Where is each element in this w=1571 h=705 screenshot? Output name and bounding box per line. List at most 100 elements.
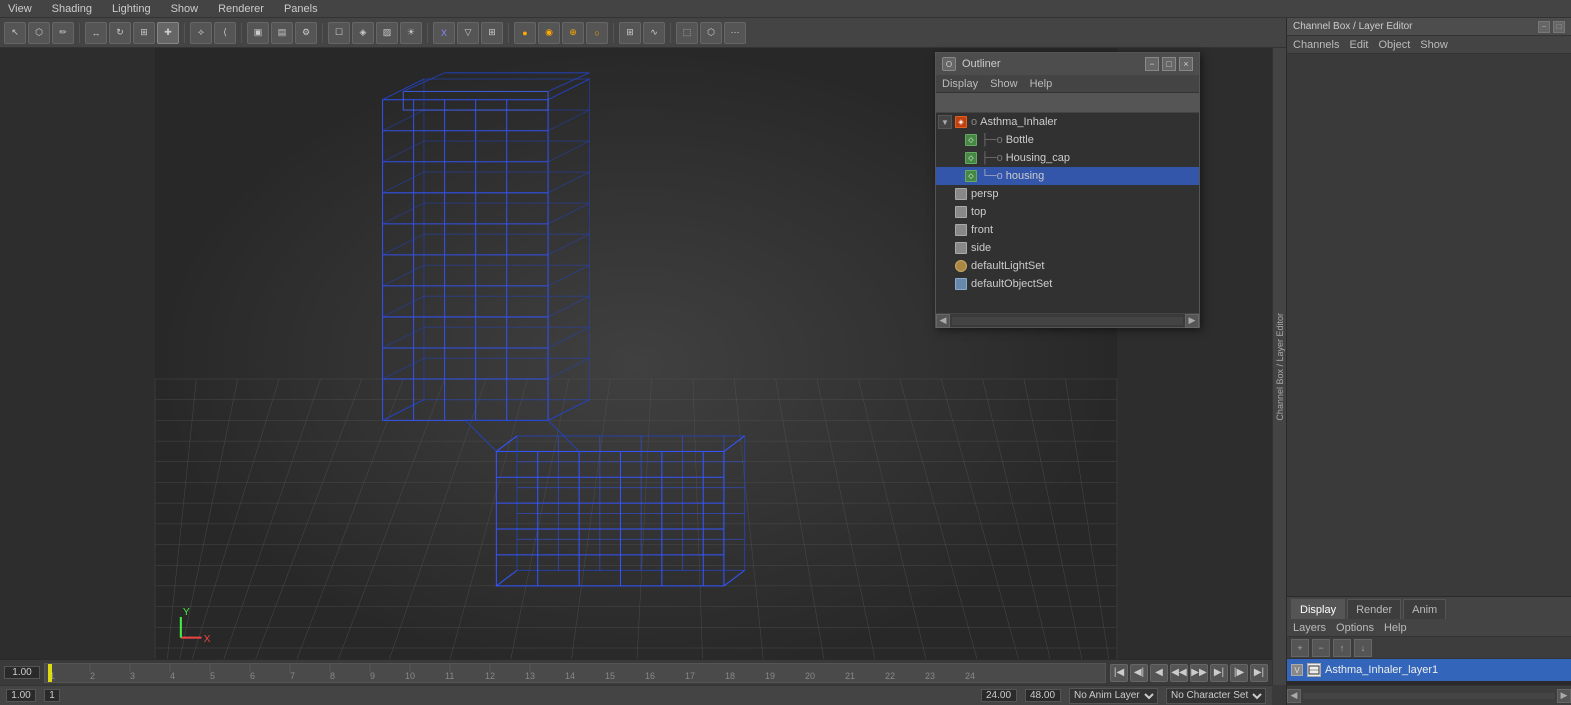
go-start-btn[interactable]: |◀ [1110, 664, 1128, 682]
frame-number-display[interactable]: 1 [44, 689, 60, 702]
prev-key-btn[interactable]: ◀ [1150, 664, 1168, 682]
layer-tab-anim[interactable]: Anim [1403, 599, 1446, 619]
camera-btn[interactable]: ⬚ [676, 22, 698, 44]
select-tool-btn[interactable]: ↖ [4, 22, 26, 44]
current-frame-display[interactable]: 1.00 [4, 666, 40, 679]
history-btn[interactable]: ⟨ [214, 22, 236, 44]
render-cam-btn[interactable]: ⬡ [700, 22, 722, 44]
move-tool-btn[interactable]: ↔ [85, 22, 107, 44]
layer-tab-render[interactable]: Render [1347, 599, 1401, 619]
menu-panels[interactable]: Panels [280, 3, 322, 15]
cb-menu-edit[interactable]: Edit [1349, 39, 1368, 51]
snap-curve-btn[interactable]: ∿ [643, 22, 665, 44]
texture-btn[interactable]: ▨ [376, 22, 398, 44]
render-settings-btn[interactable]: ⚙ [295, 22, 317, 44]
range-end-right-display[interactable]: 48.00 [1025, 689, 1061, 702]
layer-opt-help[interactable]: Help [1384, 622, 1407, 634]
outliner-search-input[interactable] [940, 97, 1195, 109]
outliner-item-default-object-set[interactable]: defaultObjectSet [936, 275, 1199, 293]
layer-name-label: Asthma_Inhaler_layer1 [1325, 664, 1438, 676]
anim-layer-select[interactable]: No Anim Layer [1069, 688, 1158, 704]
channel-box-float-btn[interactable]: □ [1553, 21, 1565, 33]
outliner-label-default-light-set: defaultLightSet [971, 260, 1044, 272]
outliner-hscroll-track[interactable] [952, 317, 1183, 325]
svg-text:6: 6 [250, 671, 255, 681]
layer-opt-layers[interactable]: Layers [1293, 622, 1326, 634]
lasso-tool-btn[interactable]: ⬡ [28, 22, 50, 44]
menu-lighting[interactable]: Lighting [108, 3, 155, 15]
rotate-tool-btn[interactable]: ↻ [109, 22, 131, 44]
snap-grid-btn[interactable]: ⊞ [619, 22, 641, 44]
outliner-item-top[interactable]: top [936, 203, 1199, 221]
layer-row-asthma-inhaler[interactable]: V Asthma_Inhaler_layer1 [1287, 659, 1571, 681]
input-ops-btn[interactable]: ⋯ [724, 22, 746, 44]
outliner-item-housing[interactable]: ◇ └─o housing [936, 167, 1199, 185]
layer-visibility-toggle[interactable]: V [1291, 664, 1303, 676]
soft-mod-btn[interactable]: ⟡ [190, 22, 212, 44]
layer-move-up-btn[interactable]: ↑ [1333, 639, 1351, 657]
outliner-restore-btn[interactable]: □ [1162, 57, 1176, 71]
playback-speed-display[interactable]: 1.00 [6, 689, 36, 702]
next-key-btn[interactable]: ▶| [1210, 664, 1228, 682]
outliner-item-front[interactable]: front [936, 221, 1199, 239]
outliner-item-persp[interactable]: persp [936, 185, 1199, 203]
layer-delete-btn[interactable]: − [1312, 639, 1330, 657]
next-frame-btn[interactable]: |▶ [1230, 664, 1248, 682]
outliner-menu-help[interactable]: Help [1030, 78, 1053, 90]
outliner-titlebar[interactable]: O Outliner − □ × [936, 53, 1199, 75]
range-end-left-display[interactable]: 24.00 [981, 689, 1017, 702]
layer-opt-options[interactable]: Options [1336, 622, 1374, 634]
layer-move-down-btn[interactable]: ↓ [1354, 639, 1372, 657]
outliner-item-default-light-set[interactable]: defaultLightSet [936, 257, 1199, 275]
paint-tool-btn[interactable]: ✏ [52, 22, 74, 44]
outliner-item-housing-cap[interactable]: ◇ ├─o Housing_cap [936, 149, 1199, 167]
svg-text:14: 14 [565, 671, 575, 681]
iso-lines-btn[interactable]: ⊞ [481, 22, 503, 44]
menu-shading[interactable]: Shading [48, 3, 96, 15]
xray-btn[interactable]: X [433, 22, 455, 44]
play-forward-btn[interactable]: ▶▶ [1190, 664, 1208, 682]
timeline-ruler[interactable]: 1 2 3 4 5 6 7 8 9 10 11 12 13 14 15 16 1… [44, 663, 1106, 683]
circles3-btn[interactable]: ⊕ [562, 22, 584, 44]
light-btn[interactable]: ☀ [400, 22, 422, 44]
prev-frame-btn[interactable]: ◀| [1130, 664, 1148, 682]
outliner-menu-show[interactable]: Show [990, 78, 1018, 90]
cb-menu-channels[interactable]: Channels [1293, 39, 1339, 51]
outliner-hscroll-right-btn[interactable]: ▶ [1185, 314, 1199, 328]
circles4-btn[interactable]: ○ [586, 22, 608, 44]
go-end-btn[interactable]: ▶| [1250, 664, 1268, 682]
char-set-select[interactable]: No Character Set [1166, 688, 1266, 704]
menu-show[interactable]: Show [167, 3, 203, 15]
outliner-minimize-btn[interactable]: − [1145, 57, 1159, 71]
circles2-btn[interactable]: ◉ [538, 22, 560, 44]
menu-renderer[interactable]: Renderer [214, 3, 268, 15]
outliner-close-btn[interactable]: × [1179, 57, 1193, 71]
play-backward-btn[interactable]: ◀◀ [1170, 664, 1188, 682]
wireframe-btn[interactable]: ☐ [328, 22, 350, 44]
scale-tool-btn[interactable]: ⊞ [133, 22, 155, 44]
layer-scroll-right-btn[interactable]: ▶ [1557, 689, 1571, 703]
channel-box-minimize-btn[interactable]: − [1538, 21, 1550, 33]
cb-menu-show[interactable]: Show [1420, 39, 1448, 51]
ipr-btn[interactable]: ▤ [271, 22, 293, 44]
smooth-shade-btn[interactable]: ◈ [352, 22, 374, 44]
outliner-menu-display[interactable]: Display [942, 78, 978, 90]
outliner-hscroll-left-btn[interactable]: ◀ [936, 314, 950, 328]
expand-toggle[interactable]: ▼ [938, 115, 952, 129]
svg-text:3: 3 [130, 671, 135, 681]
circles-btn[interactable]: ● [514, 22, 536, 44]
menu-view[interactable]: View [4, 3, 36, 15]
layer-tab-display[interactable]: Display [1291, 599, 1345, 619]
outliner-item-bottle[interactable]: ◇ ├─o Bottle [936, 131, 1199, 149]
layer-new-btn[interactable]: + [1291, 639, 1309, 657]
layer-scroll-left-btn[interactable]: ◀ [1287, 689, 1301, 703]
render-view-btn[interactable]: ▣ [247, 22, 269, 44]
outliner-item-side[interactable]: side [936, 239, 1199, 257]
universal-manip-btn[interactable]: ✚ [157, 22, 179, 44]
channel-box-strip-label[interactable]: Channel Box / Layer Editor [1274, 309, 1286, 425]
outliner-item-asthma-inhaler[interactable]: ▼ ◈ o Asthma_Inhaler [936, 113, 1199, 131]
joints-btn[interactable]: ▽ [457, 22, 479, 44]
cb-menu-object[interactable]: Object [1378, 39, 1410, 51]
layer-scroll-track[interactable] [1303, 693, 1555, 699]
outliner-label-bottle: Bottle [1006, 134, 1034, 146]
